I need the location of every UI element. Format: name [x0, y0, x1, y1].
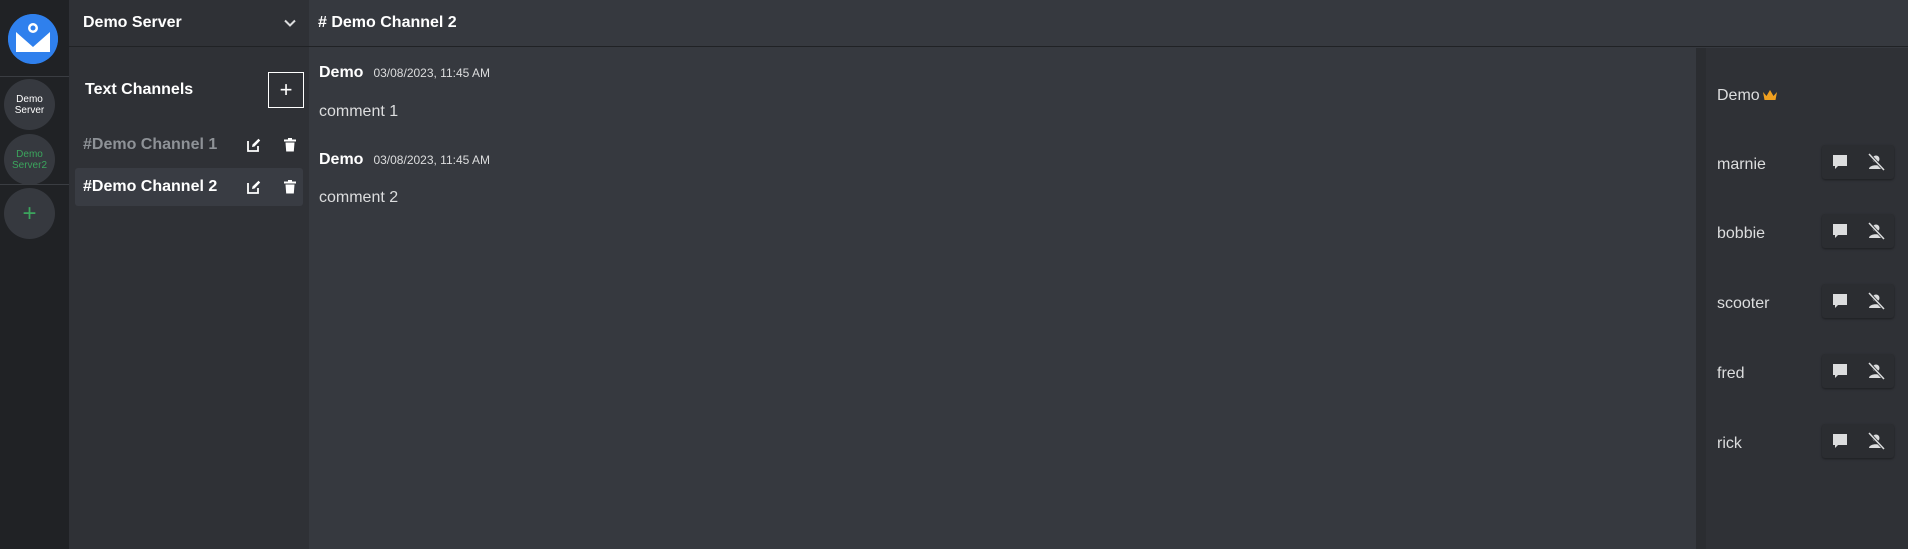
message-icon[interactable]: [1831, 153, 1849, 171]
member-actions: [1822, 214, 1894, 248]
server-header[interactable]: Demo Server: [69, 0, 309, 47]
member-name: fred: [1717, 365, 1745, 382]
message-icon[interactable]: [1831, 292, 1849, 310]
message-timestamp: 03/08/2023, 11:45 AM: [373, 153, 490, 167]
server-label: Demo Server: [14, 93, 45, 116]
member-actions: [1822, 284, 1894, 318]
rail-divider: [0, 184, 69, 185]
add-server-button[interactable]: +: [4, 188, 55, 239]
message-body: comment 1: [319, 103, 399, 120]
message-icon[interactable]: [1831, 222, 1849, 240]
add-channel-button[interactable]: +: [268, 72, 304, 108]
trash-icon[interactable]: [283, 180, 297, 194]
kick-user-icon[interactable]: [1867, 292, 1885, 310]
message-header: Demo 03/08/2023, 11:45 AM: [319, 151, 490, 169]
member-list: Demo marnie bobbie scooter fred rick: [1709, 48, 1908, 549]
channel-name: #Demo Channel 2: [83, 178, 218, 195]
channel-item-demo-channel-2[interactable]: #Demo Channel 2: [75, 168, 303, 206]
member-item[interactable]: marnie: [1709, 145, 1908, 185]
edit-icon[interactable]: [247, 180, 261, 194]
message-timestamp: 03/08/2023, 11:45 AM: [373, 66, 490, 80]
message-header: Demo 03/08/2023, 11:45 AM: [319, 64, 490, 82]
server-demo-server2[interactable]: Demo Server2: [4, 134, 55, 185]
member-name: scooter: [1717, 295, 1770, 312]
edit-icon[interactable]: [247, 138, 261, 152]
crown-icon: [1762, 90, 1777, 100]
member-name: Demo: [1717, 87, 1778, 105]
member-owner[interactable]: Demo: [1709, 76, 1908, 116]
scrollbar[interactable]: [1696, 48, 1706, 549]
message-body: comment 2: [319, 189, 399, 206]
member-actions: [1822, 424, 1894, 458]
member-name: rick: [1717, 435, 1742, 452]
kick-user-icon[interactable]: [1867, 432, 1885, 450]
member-actions: [1822, 354, 1894, 388]
rail-divider: [0, 76, 69, 77]
member-item[interactable]: rick: [1709, 424, 1908, 464]
kick-user-icon[interactable]: [1867, 222, 1885, 240]
member-item[interactable]: fred: [1709, 354, 1908, 394]
message-list: Demo 03/08/2023, 11:45 AM comment 1 Demo…: [309, 48, 1696, 549]
channel-sidebar: Demo Server Text Channels + #Demo Channe…: [69, 0, 309, 549]
kick-user-icon[interactable]: [1867, 153, 1885, 171]
server-name: Demo Server: [83, 14, 182, 31]
server-label: Demo Server2: [11, 148, 47, 171]
chevron-down-icon[interactable]: [283, 16, 297, 30]
add-server-label: +: [22, 199, 37, 227]
message-icon[interactable]: [1831, 432, 1849, 450]
kick-user-icon[interactable]: [1867, 362, 1885, 380]
owner-name: Demo: [1717, 87, 1760, 104]
channel-header: # Demo Channel 2: [309, 0, 1908, 47]
member-name: bobbie: [1717, 225, 1766, 242]
member-item[interactable]: bobbie: [1709, 214, 1908, 254]
member-actions: [1822, 145, 1894, 179]
channel-title: # Demo Channel 2: [318, 14, 457, 31]
trash-icon[interactable]: [283, 138, 297, 152]
app-logo-icon[interactable]: [8, 14, 58, 64]
message-author[interactable]: Demo: [319, 151, 363, 169]
member-item[interactable]: scooter: [1709, 284, 1908, 324]
message-icon[interactable]: [1831, 362, 1849, 380]
member-name: marnie: [1717, 156, 1766, 173]
server-rail: Demo Server Demo Server2 +: [0, 0, 69, 549]
channel-name: #Demo Channel 1: [83, 136, 218, 153]
text-channels-header: Text Channels +: [69, 72, 309, 108]
section-title: Text Channels: [85, 81, 194, 98]
channel-item-demo-channel-1[interactable]: #Demo Channel 1: [75, 126, 303, 164]
message-author[interactable]: Demo: [319, 64, 363, 82]
server-demo-server[interactable]: Demo Server: [4, 79, 55, 130]
